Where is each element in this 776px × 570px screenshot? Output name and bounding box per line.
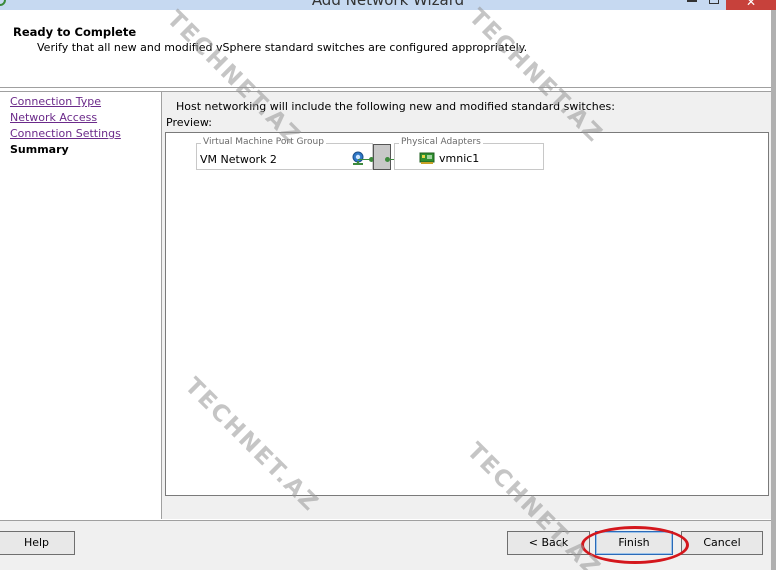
adapter-name: vmnic1 [439, 152, 480, 165]
nic-icon [419, 152, 435, 164]
step-connection-settings[interactable]: Connection Settings [10, 127, 121, 140]
wizard-steps-sidebar: Connection Type Network Access Connectio… [0, 91, 162, 519]
step-network-access[interactable]: Network Access [10, 111, 97, 124]
window-title-bar: Add Network Wizard ✕ [0, 0, 776, 10]
page-subtitle: Verify that all new and modified vSphere… [37, 41, 528, 54]
window-title: Add Network Wizard [311, 0, 465, 9]
wizard-footer: Help < Back Finish Cancel [0, 520, 771, 570]
close-button[interactable]: ✕ [726, 0, 776, 10]
wizard-header: Ready to Complete Verify that all new an… [0, 10, 776, 88]
physical-adapters-frame: Physical Adapters vmnic1 [394, 137, 544, 170]
port-group-legend: Virtual Machine Port Group [201, 137, 326, 147]
minimize-button[interactable] [687, 0, 697, 2]
preview-label: Preview: [166, 116, 212, 129]
help-button[interactable]: Help [0, 531, 75, 555]
step-summary: Summary [10, 143, 69, 156]
window-right-edge [771, 10, 776, 570]
cancel-button[interactable]: Cancel [681, 531, 763, 555]
port-group-name: VM Network 2 [200, 153, 277, 166]
maximize-button[interactable] [709, 0, 719, 4]
page-title: Ready to Complete [13, 25, 137, 39]
step-connection-type[interactable]: Connection Type [10, 95, 101, 108]
physical-adapters-legend: Physical Adapters [399, 137, 483, 147]
